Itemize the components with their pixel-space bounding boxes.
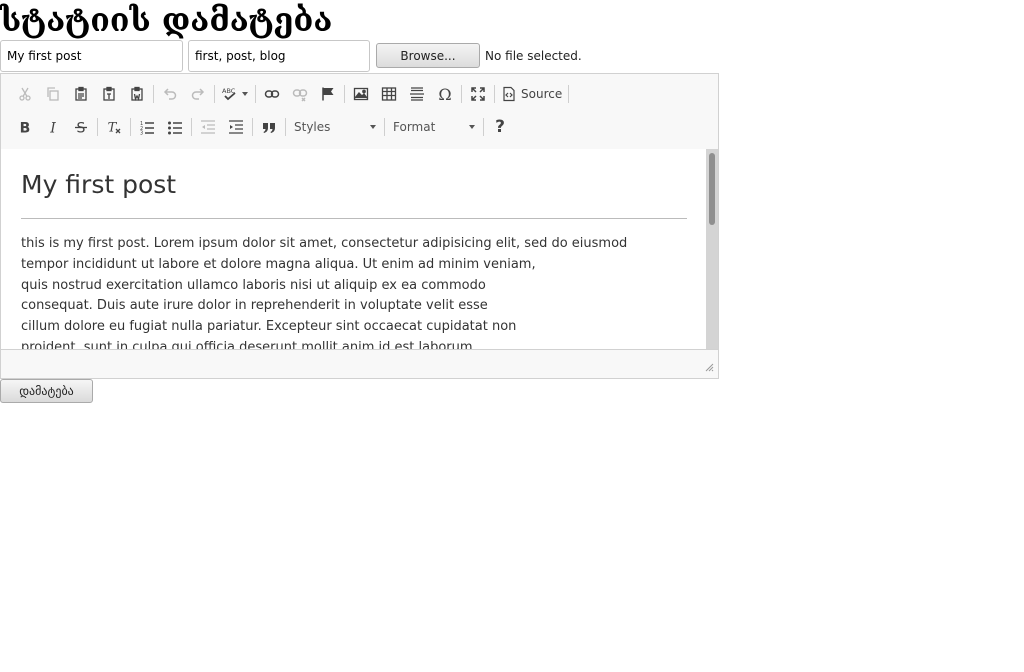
source-icon	[503, 86, 515, 102]
editor-document: My first post this is my first post. Lor…	[21, 149, 687, 350]
page-title: სტატიის დამატება	[0, 1, 333, 39]
toolbar-separator	[494, 85, 495, 103]
svg-text:I: I	[49, 121, 56, 136]
remove-format-icon[interactable]: T	[100, 114, 128, 140]
blockquote-icon[interactable]	[255, 114, 283, 140]
link-icon[interactable]	[258, 81, 286, 107]
rich-text-editor: ABC Ω Source B I S T 1 2 3 Styles Format…	[0, 73, 719, 379]
body-line: tempor incididunt ut labore et dolore ma…	[21, 256, 536, 272]
document-divider	[21, 218, 687, 219]
format-dropdown[interactable]: Format	[387, 115, 481, 139]
toolbar-row-1: ABC Ω Source	[11, 81, 571, 107]
styles-label: Styles	[294, 120, 331, 134]
source-button[interactable]: Source	[497, 81, 566, 107]
resize-grip-icon[interactable]	[705, 363, 714, 372]
body-line: consequat. Duis aute irure dolor in repr…	[21, 298, 488, 314]
toolbar-separator	[214, 85, 215, 103]
toolbar-separator	[568, 85, 570, 103]
indent-icon[interactable]	[222, 114, 250, 140]
svg-text:Ω: Ω	[438, 86, 451, 102]
toolbar-separator	[191, 118, 192, 136]
document-body: this is my first post. Lorem ipsum dolor…	[21, 234, 687, 350]
chevron-down-icon	[370, 125, 376, 129]
bold-icon[interactable]: B	[11, 114, 39, 140]
toolbar-separator	[384, 118, 385, 136]
spellcheck-icon[interactable]: ABC	[217, 81, 253, 107]
editor-scrollbar[interactable]	[706, 149, 718, 349]
anchor-icon[interactable]	[314, 81, 342, 107]
toolbar-separator	[252, 118, 253, 136]
horizontal-rule-icon[interactable]	[403, 81, 431, 107]
browse-button[interactable]: Browse...	[376, 43, 480, 68]
maximize-icon[interactable]	[464, 81, 492, 107]
styles-dropdown[interactable]: Styles	[288, 115, 382, 139]
toolbar-row-2: B I S T 123 Styles Format ?	[11, 114, 514, 140]
file-input: Browse... No file selected.	[376, 43, 582, 68]
body-line: cillum dolore eu fugiat nulla pariatur. …	[21, 319, 517, 335]
help-icon[interactable]: ?	[486, 114, 514, 140]
chevron-down-icon	[242, 92, 248, 96]
table-icon[interactable]	[375, 81, 403, 107]
tags-input[interactable]	[188, 40, 370, 72]
title-input[interactable]	[0, 40, 183, 72]
toolbar-separator	[461, 85, 462, 103]
body-line: quis nostrud exercitation ullamco labori…	[21, 277, 486, 293]
toolbar-separator	[97, 118, 98, 136]
undo-icon[interactable]	[156, 81, 184, 107]
paste-icon[interactable]	[67, 81, 95, 107]
source-label: Source	[521, 87, 563, 101]
toolbar-separator	[130, 118, 131, 136]
editor-toolbar: ABC Ω Source B I S T 1 2 3 Styles Format…	[1, 74, 718, 150]
outdent-icon[interactable]	[194, 114, 222, 140]
paste-text-icon[interactable]	[95, 81, 123, 107]
chevron-down-icon	[469, 125, 475, 129]
cut-icon[interactable]	[11, 81, 39, 107]
format-label: Format	[393, 120, 436, 134]
body-line: this is my first post. Lorem ipsum dolor…	[21, 236, 628, 251]
submit-button[interactable]: დამატება	[0, 379, 93, 403]
svg-text:B: B	[20, 121, 31, 136]
toolbar-separator	[344, 85, 345, 103]
copy-icon[interactable]	[39, 81, 67, 107]
special-char-icon[interactable]: Ω	[431, 81, 459, 107]
unlink-icon[interactable]	[286, 81, 314, 107]
strikethrough-icon[interactable]: S	[67, 114, 95, 140]
paste-word-icon[interactable]	[123, 81, 151, 107]
redo-icon[interactable]	[184, 81, 212, 107]
svg-text:3: 3	[140, 131, 143, 136]
bulleted-list-icon[interactable]	[161, 114, 189, 140]
toolbar-separator	[483, 118, 484, 136]
toolbar-separator	[255, 85, 256, 103]
document-heading: My first post	[21, 170, 177, 199]
body-line: proident, sunt in culpa qui officia dese…	[21, 339, 477, 350]
file-status: No file selected.	[485, 48, 582, 63]
image-icon[interactable]	[347, 81, 375, 107]
scrollbar-thumb[interactable]	[709, 153, 715, 225]
editor-content[interactable]: My first post this is my first post. Lor…	[1, 149, 718, 350]
toolbar-separator	[285, 118, 286, 136]
toolbar-separator	[153, 85, 154, 103]
italic-icon[interactable]: I	[39, 114, 67, 140]
numbered-list-icon[interactable]: 123	[133, 114, 161, 140]
